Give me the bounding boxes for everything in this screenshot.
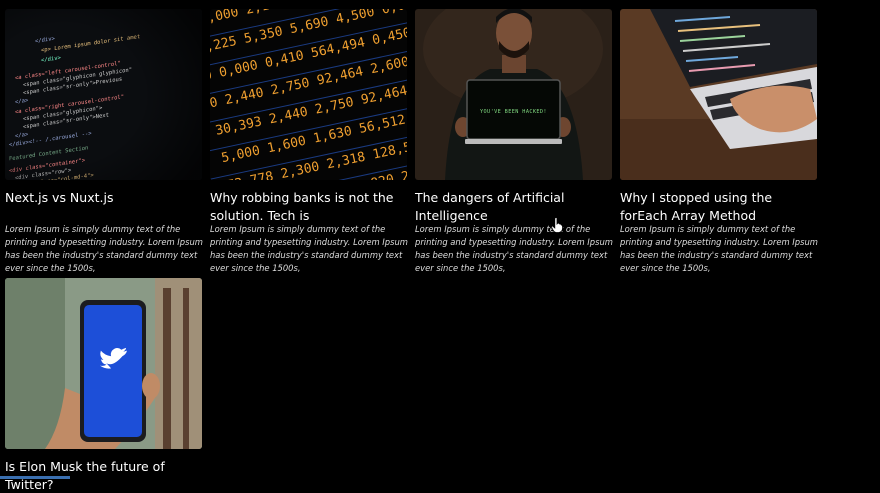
post-title[interactable]: Why robbing banks is not the solution. T… [210, 189, 410, 224]
hand-cursor-icon [551, 217, 563, 233]
code-image: </div> <p> Lorem ipsum dolor sit amet </… [5, 9, 202, 180]
hacked-screen-text: YOU'VE BEEN HACKED! [480, 109, 547, 115]
post-thumbnail-laptop[interactable] [620, 9, 817, 180]
post-excerpt: Lorem Ipsum is simply dummy text of the … [415, 224, 613, 273]
stock-board-image: 27,000 2,180 4,500 1,225 5,350 5,690 4,5… [210, 9, 407, 180]
post-excerpt: Lorem Ipsum is simply dummy text of the … [620, 224, 818, 273]
twitter-phone-image [5, 278, 202, 449]
post-excerpt: Lorem Ipsum is simply dummy text of the … [210, 224, 408, 273]
post-excerpt: Lorem Ipsum is simply dummy text of the … [5, 224, 203, 273]
laptop-typing-image [620, 9, 817, 180]
hacked-laptop-image: YOU'VE BEEN HACKED! [415, 9, 612, 180]
post-title[interactable]: Next.js vs Nuxt.js [5, 189, 205, 207]
post-title[interactable]: The dangers of Artificial Intelligence [415, 189, 615, 224]
post-thumbnail-twitter[interactable] [5, 278, 202, 449]
post-title[interactable]: Why I stopped using the forEach Array Me… [620, 189, 820, 224]
post-thumbnail-code[interactable]: </div> <p> Lorem ipsum dolor sit amet </… [5, 9, 202, 180]
post-thumbnail-hacked[interactable]: YOU'VE BEEN HACKED! [415, 9, 612, 180]
post-thumbnail-stocks[interactable]: 27,000 2,180 4,500 1,225 5,350 5,690 4,5… [210, 9, 407, 180]
